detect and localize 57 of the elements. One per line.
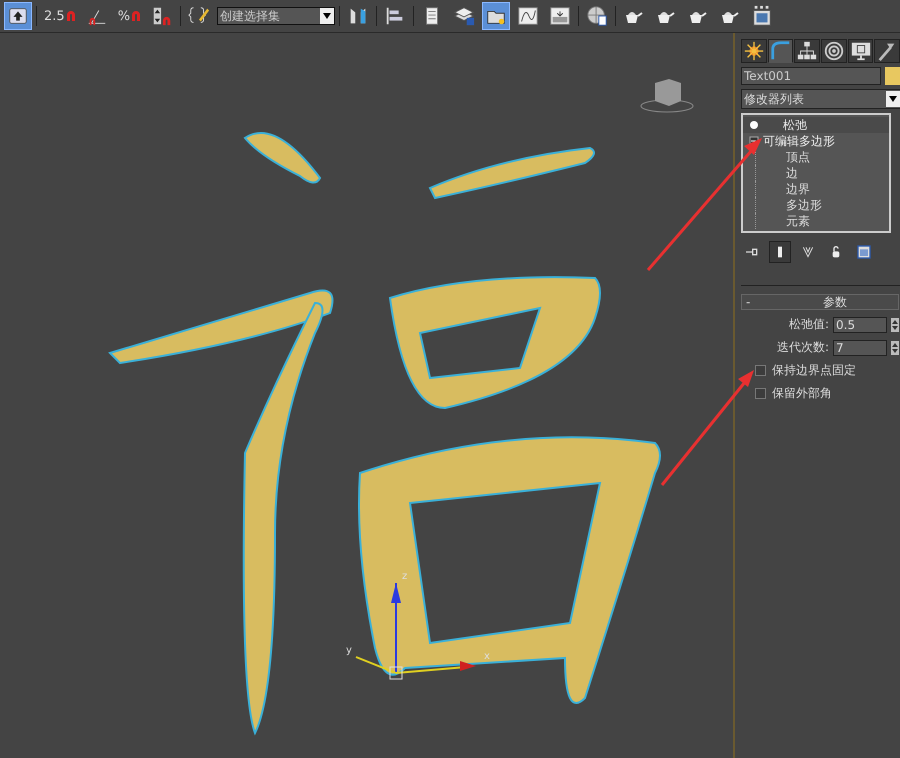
configure-icon (856, 244, 872, 260)
checkbox[interactable] (755, 388, 766, 399)
rollout-title: 参数 (822, 294, 848, 310)
number-field[interactable]: 7 (833, 340, 887, 356)
sub-object-item[interactable]: 边界 (755, 181, 889, 197)
stack-item[interactable]: 松弛 (743, 117, 889, 133)
field-label: 迭代次数: (776, 339, 829, 356)
field-label: 松弛值: (788, 316, 829, 333)
axis-label: x (484, 651, 490, 662)
globe-icon (586, 5, 608, 27)
spinner-icon[interactable] (891, 318, 899, 332)
sub-object-item[interactable]: 多边形 (755, 197, 889, 213)
display-tab[interactable] (848, 39, 874, 63)
snap-button[interactable]: 2.5 (41, 2, 79, 30)
upload-icon (7, 5, 29, 27)
named-selection-dropdown[interactable]: 创建选择集 (217, 7, 336, 25)
modify-tab[interactable] (768, 39, 794, 63)
snap-button[interactable]: % (114, 2, 144, 30)
create-tab[interactable] (741, 39, 767, 63)
view-cube-icon[interactable] (640, 79, 694, 112)
curve-icon (517, 5, 540, 27)
sub-object-item[interactable]: 边 (755, 165, 889, 181)
folder-button[interactable] (482, 2, 510, 30)
spinner-icon[interactable] (891, 340, 899, 354)
dropdown-arrow-icon (889, 96, 897, 102)
upload-button[interactable] (4, 2, 32, 30)
motion-icon (822, 40, 845, 62)
transform-gizmo[interactable] (356, 583, 476, 680)
snap-icon (131, 10, 142, 22)
layers-icon (453, 5, 476, 27)
checkbox-label: 保留外部角 (772, 385, 832, 402)
modify-icon (770, 40, 792, 62)
axis-label: y (346, 645, 352, 656)
utilities-tab[interactable] (874, 39, 900, 63)
dropdown-arrow-icon (323, 13, 332, 19)
collapse-toggle[interactable]: - (746, 295, 776, 309)
hierarchy-icon (796, 40, 818, 62)
number-field[interactable]: 0.5 (833, 316, 887, 332)
motion-tab[interactable] (821, 39, 847, 63)
checkbox-label: 保持边界点固定 (772, 362, 856, 379)
dialog-icon (549, 5, 572, 27)
checkbox[interactable] (755, 365, 766, 376)
light-bulb-icon (749, 120, 759, 130)
rollout-header[interactable]: - 参数 (741, 294, 899, 310)
axis-label: z (402, 571, 408, 582)
unique-icon (800, 244, 816, 260)
object-name-field[interactable]: Text001 (741, 67, 881, 85)
display-icon (850, 40, 872, 62)
frame-icon (751, 5, 774, 27)
hierarchy-tab[interactable] (794, 39, 820, 63)
spinner-snap-icon (151, 5, 174, 27)
object-color-swatch[interactable] (885, 67, 900, 85)
create-icon (742, 40, 765, 62)
snap-icon (66, 10, 76, 22)
sub-object-item[interactable]: 元素 (755, 213, 889, 229)
modifier-list-dropdown[interactable]: 修改器列表 (741, 89, 900, 109)
show-end-button[interactable] (769, 241, 791, 263)
